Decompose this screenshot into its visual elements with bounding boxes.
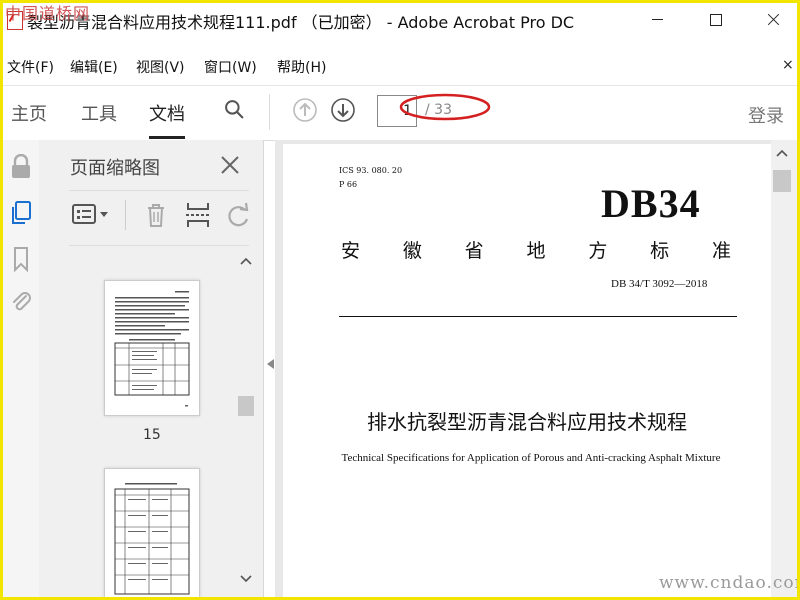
- next-page-icon[interactable]: [331, 98, 355, 122]
- doc-char: 徽: [402, 240, 422, 262]
- doc-char: 地: [526, 240, 546, 262]
- previous-page-icon[interactable]: [293, 98, 317, 122]
- toolbar-divider: [269, 94, 270, 130]
- page-thumbnail-16[interactable]: [104, 468, 200, 597]
- panel-divider: [69, 190, 249, 191]
- thumbnail-content: [114, 483, 190, 595]
- thumbnail-content: [114, 291, 190, 407]
- highlight-ellipse-annotation: [399, 93, 491, 121]
- login-button[interactable]: 登录: [748, 102, 784, 128]
- scrollbar-thumb[interactable]: [238, 396, 254, 416]
- scroll-up-icon[interactable]: [775, 148, 789, 158]
- rotate-icon[interactable]: [223, 200, 253, 230]
- page-thumbnails-icon[interactable]: [9, 200, 33, 226]
- watermark-top: 中国道桥网: [5, 4, 91, 23]
- thumbnail-label: 15: [143, 427, 161, 443]
- document-area: ICS 93. 080. 20 P 66 DB34 安 徽 省 地 方 标 准 …: [275, 140, 797, 597]
- doc-title-en: Technical Specifications for Application…: [341, 452, 721, 464]
- doc-p-code: P 66: [339, 180, 358, 189]
- menu-bar: 文件(F) 编辑(E) 视图(V) 窗口(W) 帮助(H) ×: [3, 55, 797, 79]
- scroll-down-icon[interactable]: [239, 574, 253, 584]
- thumbnail-panel: 页面缩略图 15: [39, 140, 264, 597]
- doc-standard-type: 安 徽 省 地 方 标 准: [341, 236, 731, 263]
- menu-help[interactable]: 帮助(H): [277, 57, 326, 77]
- doc-char: 方: [588, 240, 608, 262]
- attachment-icon[interactable]: [9, 288, 33, 314]
- search-icon[interactable]: [224, 99, 244, 119]
- doc-title-cn: 排水抗裂型沥青混合料应用技术规程: [367, 410, 687, 434]
- scrollbar-thumb[interactable]: [773, 170, 791, 192]
- thumbnail-scrollbar[interactable]: [235, 248, 257, 597]
- panel-divider: [69, 245, 249, 246]
- tab-document[interactable]: 文档: [149, 100, 185, 139]
- tab-tools[interactable]: 工具: [81, 100, 117, 126]
- doc-divider: [339, 316, 737, 317]
- doc-standard-mark: DB34: [601, 181, 701, 226]
- document-scrollbar[interactable]: [771, 140, 797, 597]
- document-page: ICS 93. 080. 20 P 66 DB34 安 徽 省 地 方 标 准 …: [283, 144, 771, 597]
- menu-file[interactable]: 文件(F): [7, 57, 54, 77]
- page-thumbnail-15[interactable]: [104, 280, 200, 416]
- menu-window[interactable]: 窗口(W): [204, 57, 257, 77]
- close-window-button[interactable]: [751, 3, 797, 35]
- scroll-up-icon[interactable]: [239, 256, 253, 266]
- insert-page-icon[interactable]: [183, 200, 213, 230]
- bookmark-icon[interactable]: [9, 246, 33, 272]
- toolbar: 主页 工具 文档 1 / 33 登录: [3, 85, 797, 141]
- app-window: 裂型沥青混合料应用技术规程111.pdf （已加密） - Adobe Acrob…: [0, 0, 800, 600]
- menu-edit[interactable]: 编辑(E): [70, 57, 118, 77]
- lock-icon[interactable]: [9, 154, 33, 180]
- delete-icon[interactable]: [141, 200, 171, 230]
- watermark-bottom: www.cndao.com: [659, 573, 800, 593]
- doc-standard-code: DB 34/T 3092—2018: [611, 278, 708, 290]
- collapse-panel-icon[interactable]: [267, 359, 274, 369]
- doc-char: 标: [650, 240, 670, 262]
- menu-view[interactable]: 视图(V): [136, 57, 185, 77]
- left-icon-rail: [3, 140, 39, 597]
- close-icon[interactable]: [219, 154, 241, 176]
- thumbnail-options-icon[interactable]: [71, 200, 111, 230]
- doc-char: 安: [341, 240, 361, 262]
- panel-title: 页面缩略图: [70, 158, 160, 179]
- doc-char: 省: [464, 240, 484, 262]
- title-bar: 裂型沥青混合料应用技术规程111.pdf （已加密） - Adobe Acrob…: [3, 3, 797, 35]
- close-document-button[interactable]: ×: [782, 57, 794, 73]
- tool-divider: [125, 200, 126, 230]
- maximize-button[interactable]: [693, 3, 739, 35]
- window-title: 裂型沥青混合料应用技术规程111.pdf （已加密） - Adobe Acrob…: [27, 13, 575, 32]
- doc-ics-code: ICS 93. 080. 20: [339, 166, 403, 175]
- tab-home[interactable]: 主页: [11, 100, 47, 126]
- minimize-button[interactable]: [635, 3, 681, 35]
- doc-char: 准: [711, 240, 731, 262]
